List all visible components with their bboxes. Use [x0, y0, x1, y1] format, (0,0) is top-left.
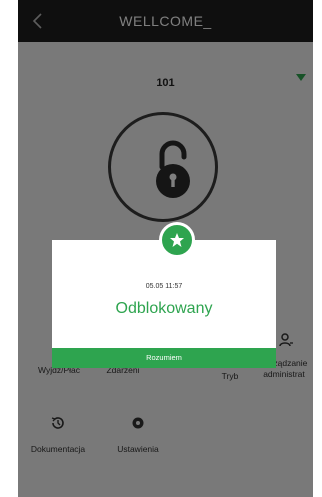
event-timestamp: 05.05 11:57: [145, 283, 183, 290]
lock-status-text: Odblokowany: [115, 300, 213, 317]
confirm-button[interactable]: Rozumiem: [52, 348, 276, 368]
star-icon: [170, 233, 184, 247]
unlock-dialog: 05.05 11:57 Odblokowany Rozumiem: [52, 240, 276, 368]
badge-circle: [159, 222, 195, 258]
app-screen: WELLCOME_ 101 Wyjdź/Płać Zdarzeni Tryb Z…: [18, 0, 313, 497]
